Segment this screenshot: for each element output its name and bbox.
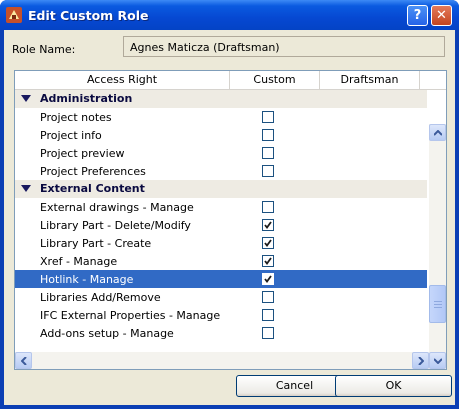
chevron-up-icon xyxy=(434,130,442,136)
app-icon xyxy=(6,7,22,23)
table-row[interactable]: Libraries Add/Remove xyxy=(15,288,427,306)
access-right-label: Project info xyxy=(40,129,102,142)
collapse-triangle-icon[interactable] xyxy=(21,185,31,192)
header-draftsman[interactable]: Draftsman xyxy=(320,71,420,89)
checkmark-icon xyxy=(264,221,272,229)
role-name-field[interactable]: Agnes Maticza (Draftsman) xyxy=(123,36,445,57)
scroll-up-button[interactable] xyxy=(429,124,446,141)
table-rows: Administration Project notes Project info P… xyxy=(15,90,427,342)
access-rights-table: Access Right Custom Draftsman Administra… xyxy=(14,70,447,370)
group-label: Administration xyxy=(40,92,133,105)
checkmark-icon xyxy=(264,275,272,283)
close-button[interactable]: ✕ xyxy=(431,5,452,26)
scroll-right-button[interactable] xyxy=(412,352,429,369)
custom-checkbox[interactable] xyxy=(262,165,274,177)
access-right-label: Library Part - Delete/Modify xyxy=(40,219,191,232)
custom-checkbox[interactable] xyxy=(262,255,274,267)
collapse-triangle-icon[interactable] xyxy=(21,95,31,102)
access-right-label: Hotlink - Manage xyxy=(40,273,134,286)
custom-checkbox[interactable] xyxy=(262,327,274,339)
access-right-label: External drawings - Manage xyxy=(40,201,194,214)
access-right-label: Xref - Manage xyxy=(40,255,118,268)
custom-checkbox[interactable] xyxy=(262,237,274,249)
table-row[interactable]: External drawings - Manage xyxy=(15,198,427,216)
group-label: External Content xyxy=(40,182,145,195)
close-icon: ✕ xyxy=(436,8,447,23)
table-row[interactable]: Xref - Manage xyxy=(15,252,427,270)
custom-checkbox[interactable] xyxy=(262,291,274,303)
table-header: Access Right Custom Draftsman xyxy=(15,71,446,90)
custom-checkbox[interactable] xyxy=(262,219,274,231)
access-right-label: Library Part - Create xyxy=(40,237,152,250)
access-right-label: Libraries Add/Remove xyxy=(40,291,161,304)
access-right-label: Project Preferences xyxy=(40,165,146,178)
scroll-down-button[interactable] xyxy=(429,352,446,369)
header-custom[interactable]: Custom xyxy=(230,71,320,89)
table-row[interactable]: Project preview xyxy=(15,144,427,162)
chevron-down-icon xyxy=(434,358,442,364)
title-bar[interactable]: Edit Custom Role ? ✕ xyxy=(0,0,459,30)
horizontal-scrollbar[interactable] xyxy=(15,352,429,369)
chevron-right-icon xyxy=(418,357,424,365)
custom-checkbox[interactable] xyxy=(262,129,274,141)
table-row[interactable]: Project notes xyxy=(15,108,427,126)
window-title: Edit Custom Role xyxy=(28,8,149,23)
table-row[interactable]: IFC External Properties - Manage xyxy=(15,306,427,324)
access-right-label: Project preview xyxy=(40,147,125,160)
help-icon: ? xyxy=(413,8,422,23)
table-row[interactable]: Add-ons setup - Manage xyxy=(15,324,427,342)
custom-checkbox[interactable] xyxy=(262,309,274,321)
scroll-thumb[interactable] xyxy=(429,284,446,323)
ok-button[interactable]: OK xyxy=(335,375,452,397)
vertical-scrollbar[interactable] xyxy=(429,124,446,369)
custom-checkbox[interactable] xyxy=(262,201,274,213)
dialog-window: Edit Custom Role ? ✕ Role Name: Agnes Ma… xyxy=(0,0,459,409)
chevron-left-icon xyxy=(21,357,27,365)
group-row[interactable]: External Content xyxy=(15,180,427,198)
group-row[interactable]: Administration xyxy=(15,90,427,108)
custom-checkbox[interactable] xyxy=(262,111,274,123)
table-row[interactable]: Library Part - Delete/Modify xyxy=(15,216,427,234)
scroll-left-button[interactable] xyxy=(15,352,32,369)
dialog-body: Role Name: Agnes Maticza (Draftsman) Acc… xyxy=(4,30,455,405)
access-right-label: Add-ons setup - Manage xyxy=(40,327,174,340)
header-access-right[interactable]: Access Right xyxy=(15,71,230,89)
help-button[interactable]: ? xyxy=(407,5,428,26)
checkmark-icon xyxy=(264,239,272,247)
table-row[interactable]: Project Preferences xyxy=(15,162,427,180)
checkmark-icon xyxy=(264,257,272,265)
access-right-label: IFC External Properties - Manage xyxy=(40,309,221,322)
access-right-label: Project notes xyxy=(40,111,112,124)
table-row[interactable]: Hotlink - Manage xyxy=(15,270,427,288)
role-name-label: Role Name: xyxy=(12,43,76,56)
custom-checkbox[interactable] xyxy=(262,147,274,159)
table-row[interactable]: Project info xyxy=(15,126,427,144)
custom-checkbox[interactable] xyxy=(262,273,274,285)
table-row[interactable]: Library Part - Create xyxy=(15,234,427,252)
